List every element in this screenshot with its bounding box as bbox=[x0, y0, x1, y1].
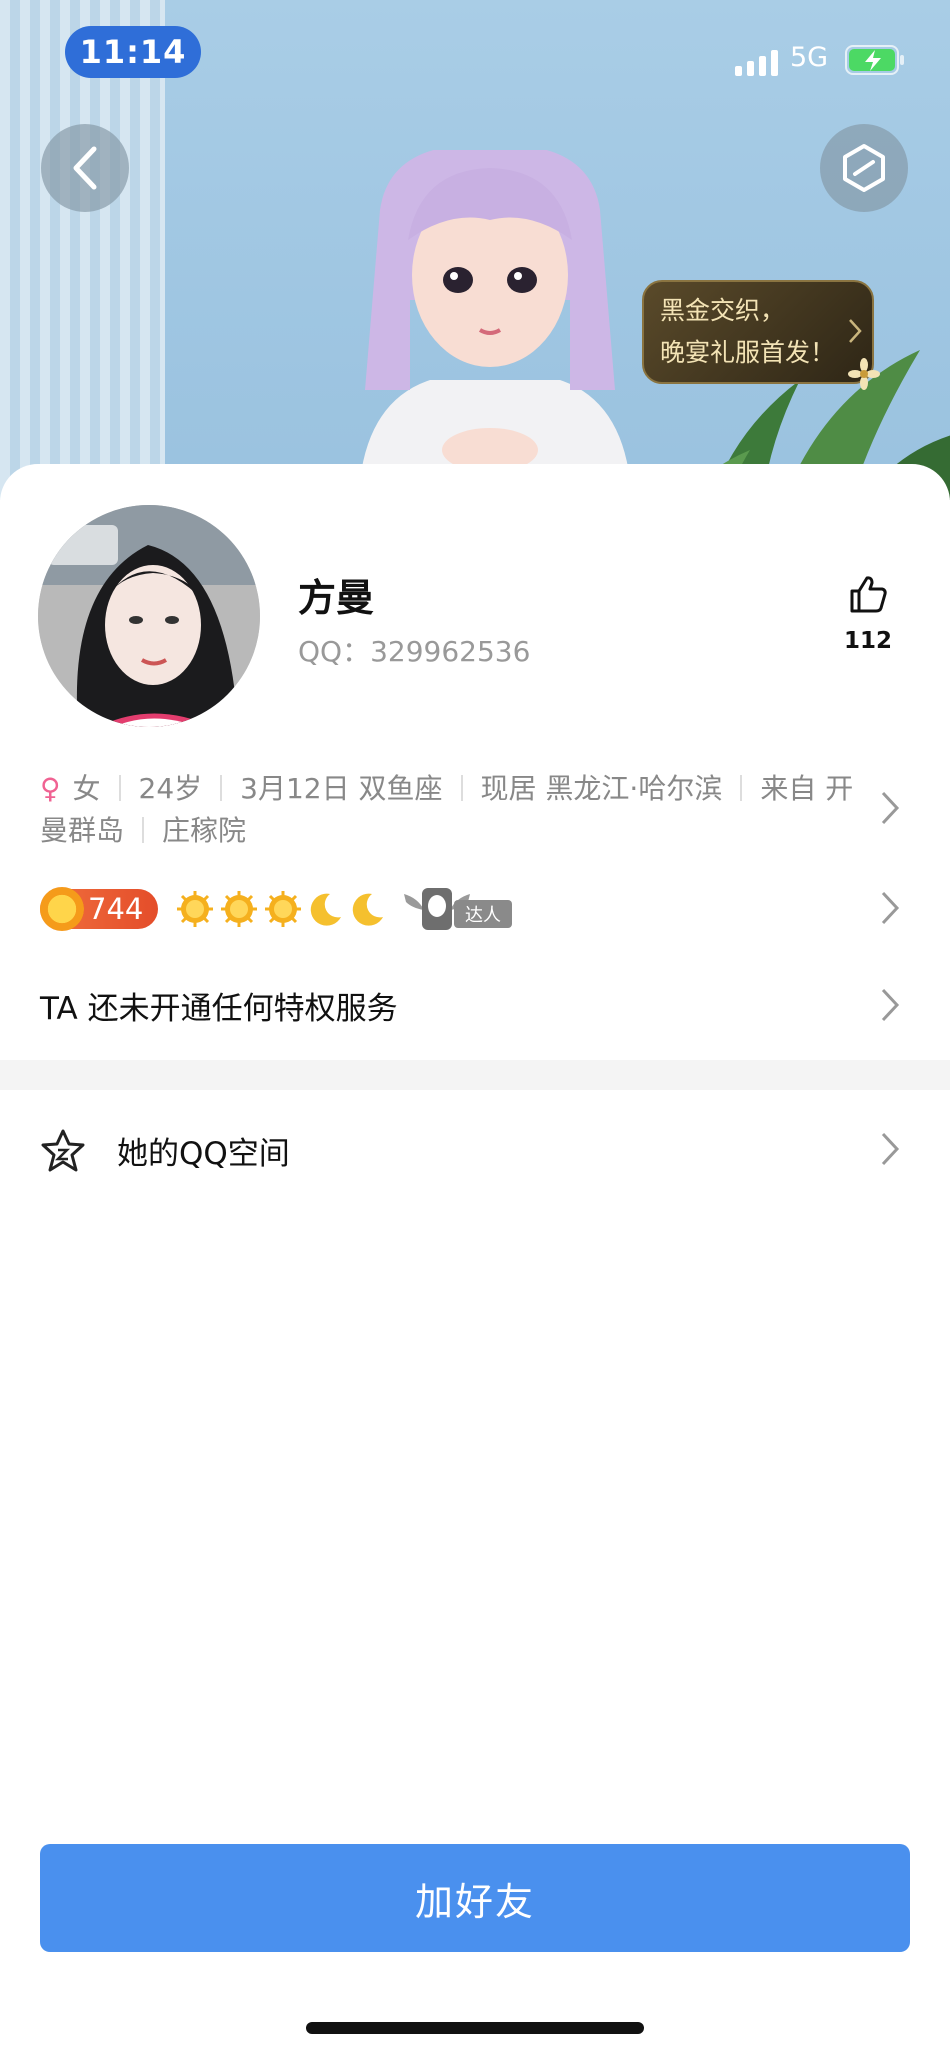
network-type: 5G bbox=[790, 42, 829, 73]
sun-icon bbox=[265, 891, 301, 927]
chevron-right-icon bbox=[881, 891, 900, 925]
daren-label: 达人 bbox=[454, 900, 512, 928]
home-indicator[interactable] bbox=[306, 2022, 644, 2034]
qq-number: 329962536 bbox=[370, 635, 531, 668]
add-friend-button[interactable]: 加好友 bbox=[40, 1844, 910, 1952]
hexagon-icon bbox=[843, 144, 885, 192]
sun-icon bbox=[221, 891, 257, 927]
info-age: 24岁 bbox=[138, 772, 203, 805]
like-button[interactable] bbox=[836, 574, 900, 618]
flower-icon bbox=[848, 358, 880, 390]
divider bbox=[460, 775, 463, 801]
like-count: 112 bbox=[843, 628, 892, 654]
info-gender: 女 bbox=[72, 772, 101, 805]
profile-page: 11:14 5G 黑金交织， 晚宴礼服首发！ 方曼 QQ：329962536 1… bbox=[0, 0, 950, 2056]
profile-avatar[interactable] bbox=[38, 505, 260, 727]
qq-number-row: QQ：329962536 bbox=[298, 630, 530, 670]
thumb-up-icon bbox=[850, 576, 887, 613]
info-birthday: 3月12日 双鱼座 bbox=[240, 772, 443, 805]
privilege-row[interactable]: TA 还未开通任何特权服务 bbox=[40, 983, 398, 1028]
chevron-left-icon bbox=[73, 146, 97, 190]
chevron-right-icon bbox=[849, 319, 862, 343]
chevron-right-icon bbox=[881, 1132, 900, 1166]
divider bbox=[118, 775, 121, 801]
moon-icon bbox=[310, 893, 341, 926]
info-school: 庄稼院 bbox=[162, 814, 247, 847]
mini-program-button[interactable] bbox=[820, 124, 908, 212]
qq-level-row[interactable]: 744 达人 bbox=[40, 884, 517, 934]
promo-bubble[interactable]: 黑金交织， 晚宴礼服首发！ bbox=[642, 280, 880, 390]
level-badge: 744 bbox=[40, 887, 158, 931]
back-button[interactable] bbox=[41, 124, 129, 212]
promo-line-1: 黑金交织， bbox=[660, 296, 786, 325]
profile-info-row[interactable]: ♀ 女 24岁 3月12日 双鱼座 现居 黑龙江·哈尔滨 来自 开曼群岛 庄稼院 bbox=[40, 768, 880, 852]
level-icons bbox=[176, 890, 386, 928]
divider bbox=[142, 817, 145, 843]
promo-line-2: 晚宴礼服首发！ bbox=[660, 338, 836, 367]
moon-icon bbox=[352, 893, 383, 926]
sun-icon bbox=[177, 891, 213, 927]
avatar-photo bbox=[38, 505, 260, 727]
level-crown-icon bbox=[40, 887, 84, 931]
profile-name: 方曼 bbox=[298, 576, 375, 620]
level-value: 744 bbox=[88, 892, 144, 926]
chevron-right-icon bbox=[881, 988, 900, 1022]
female-icon: ♀ bbox=[40, 772, 61, 805]
status-bar: 11:14 5G bbox=[0, 0, 950, 110]
section-divider bbox=[0, 1060, 950, 1090]
star-icon bbox=[41, 1129, 85, 1172]
divider bbox=[740, 775, 743, 801]
qzone-row[interactable]: 她的QQ空间 bbox=[0, 1090, 950, 1208]
signal-icon bbox=[735, 50, 778, 76]
info-location: 现居 黑龙江·哈尔滨 bbox=[480, 772, 723, 805]
chevron-right-icon bbox=[881, 791, 900, 825]
battery-charging-icon bbox=[845, 45, 904, 75]
divider bbox=[220, 775, 223, 801]
qzone-label: 她的QQ空间 bbox=[117, 1136, 290, 1172]
profile-banner: 11:14 5G 黑金交织， 晚宴礼服首发！ bbox=[0, 0, 950, 500]
qq-label: QQ： bbox=[298, 635, 371, 668]
daren-badge: 达人 bbox=[402, 884, 517, 934]
status-time: 11:14 bbox=[65, 26, 201, 78]
